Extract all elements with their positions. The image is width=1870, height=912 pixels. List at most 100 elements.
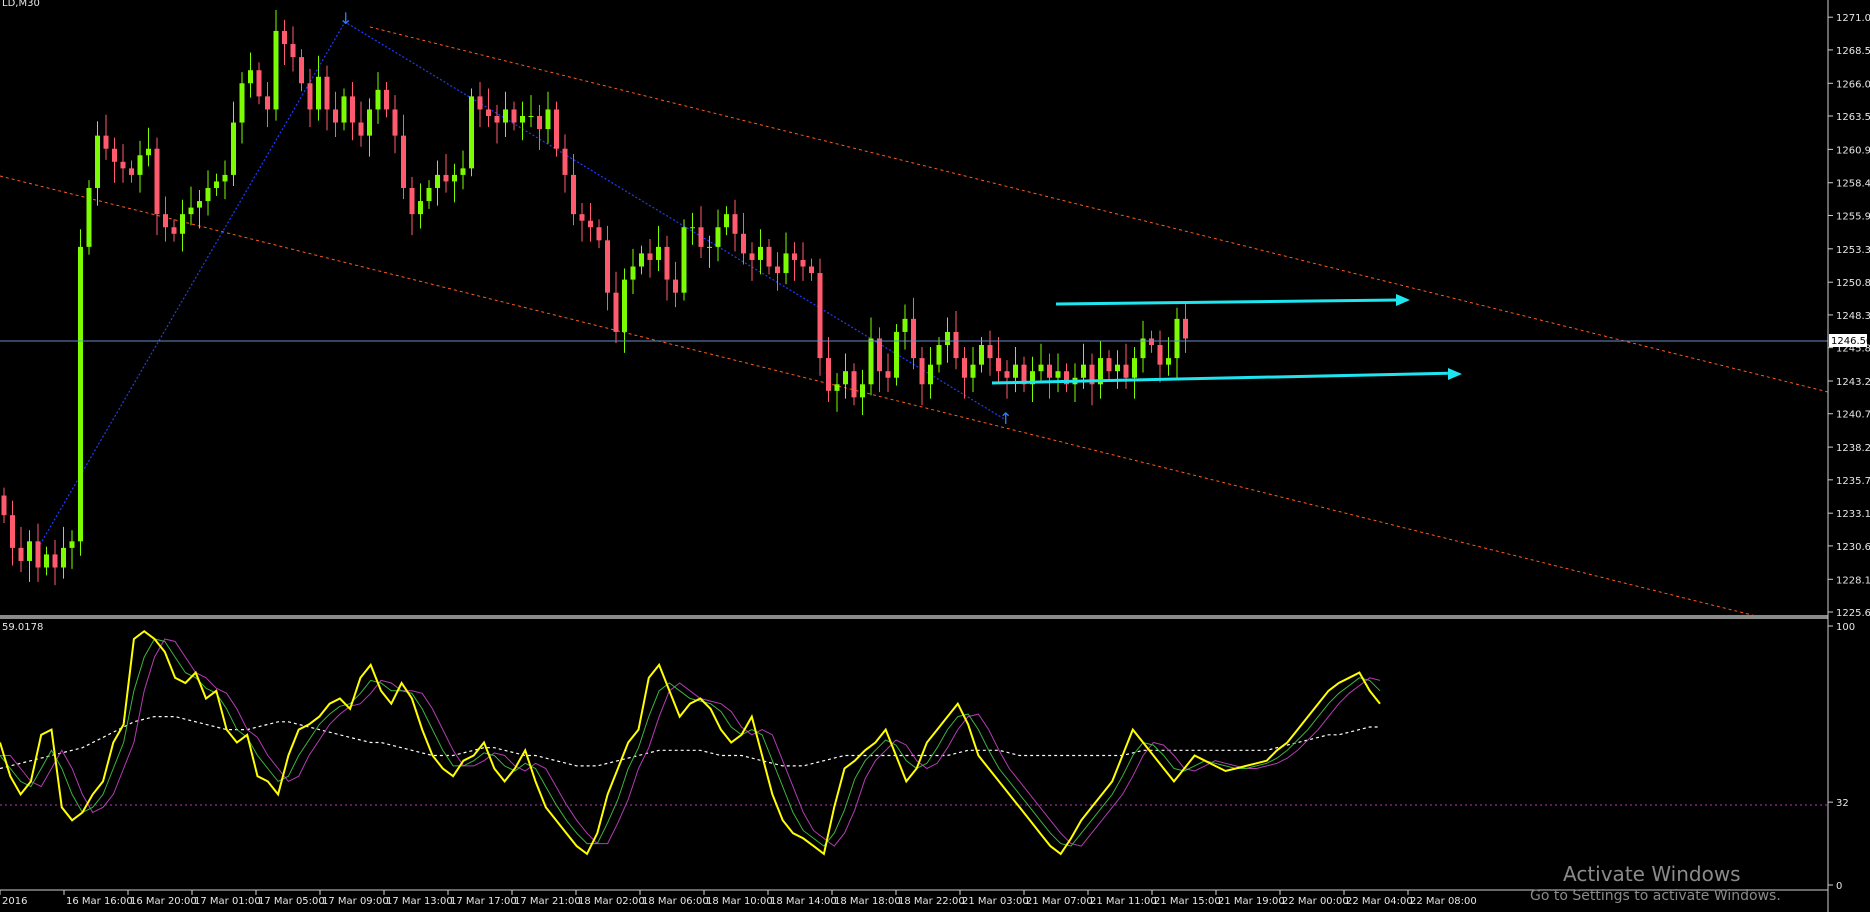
candle-body <box>316 76 321 110</box>
candle-body <box>1106 358 1112 372</box>
candle-body <box>511 109 517 123</box>
candle-body <box>775 266 780 274</box>
candle-body <box>1174 318 1180 359</box>
candle-body <box>197 201 202 208</box>
candle-body <box>605 240 610 293</box>
candle-body <box>333 109 338 123</box>
down-arrow-icon: ↓ <box>339 9 352 28</box>
candle-body <box>783 253 789 274</box>
candle-body <box>698 227 704 247</box>
candle-body <box>222 174 228 182</box>
candle-body <box>239 83 245 123</box>
candle-body <box>86 187 92 247</box>
candle-body <box>562 148 568 175</box>
candle-body <box>885 371 891 378</box>
time-tick-label: 17 Mar 09:00 <box>322 896 389 907</box>
time-tick-label: 21 Mar 03:00 <box>962 896 1029 907</box>
candle-body <box>987 345 993 359</box>
candle-body <box>639 253 644 267</box>
candle-body <box>792 253 797 260</box>
price-tick-label: 1266.00 <box>1836 79 1870 90</box>
candle-body <box>860 384 865 398</box>
price-tick-label: 1248.30 <box>1836 311 1870 322</box>
candle-body <box>868 338 874 385</box>
price-tick-label: 1230.65 <box>1836 542 1870 553</box>
time-tick-label: 18 Mar 10:00 <box>706 896 773 907</box>
price-tick-label: 1233.15 <box>1836 509 1870 520</box>
candle-body <box>1047 364 1052 378</box>
candle-body <box>843 371 848 385</box>
time-tick-label: 17 Mar 05:00 <box>258 896 325 907</box>
price-tick-label: 1228.10 <box>1836 575 1870 586</box>
candle-body <box>707 246 712 248</box>
time-tick-label: 18 Mar 02:00 <box>578 896 645 907</box>
time-tick-label: 16 Mar 20:00 <box>130 896 197 907</box>
candle-body <box>409 187 415 215</box>
candle-body <box>758 246 763 260</box>
candle-body <box>494 116 500 123</box>
candle-body <box>928 364 933 385</box>
candle-body <box>44 554 49 568</box>
up-arrow-icon: ↑ <box>999 409 1012 428</box>
candle-body <box>460 168 466 175</box>
time-tick-label: 21 Mar 07:00 <box>1026 896 1093 907</box>
candle-body <box>231 122 236 175</box>
candle-body <box>545 109 551 130</box>
candle-body <box>1157 345 1163 365</box>
price-tick-label: 1255.90 <box>1836 211 1870 222</box>
candle-body <box>1013 364 1018 378</box>
current-price-tag: 1246.50 <box>1829 334 1870 347</box>
candle-body <box>1055 371 1061 378</box>
candle-body <box>1123 364 1129 378</box>
current-price-value: 1246.50 <box>1831 336 1870 347</box>
price-tick-label: 1253.35 <box>1836 245 1870 256</box>
candle-body <box>358 122 364 136</box>
candle-body <box>52 554 58 568</box>
candle-body <box>945 331 950 346</box>
candle-body <box>647 253 653 260</box>
candle-body <box>273 30 279 110</box>
candle-body <box>826 358 831 391</box>
candle-body <box>1038 364 1044 372</box>
candle-body <box>299 57 304 84</box>
candle-body <box>817 273 823 359</box>
candle-body <box>613 292 619 332</box>
candle-body <box>248 70 253 84</box>
candle-body <box>1149 338 1154 346</box>
candle-body <box>596 227 602 241</box>
candle-body <box>435 174 440 188</box>
time-tick-label: 18 Mar 06:00 <box>642 896 709 907</box>
candle-body <box>936 345 942 365</box>
price-tick-label: 1271.05 <box>1836 13 1870 24</box>
candle-body <box>579 214 585 221</box>
candle-body <box>894 331 899 378</box>
candle-body <box>1132 358 1137 378</box>
price-tick-label: 1240.75 <box>1836 410 1870 421</box>
candle-body <box>851 371 857 398</box>
candle-body <box>418 201 423 215</box>
indicator-value-label: 59.0178 <box>2 622 43 633</box>
candle-body <box>103 135 109 149</box>
candle-body <box>69 541 75 548</box>
candle-body <box>741 233 746 254</box>
candle-body <box>392 109 398 136</box>
time-tick-label: 17 Mar 17:00 <box>450 896 517 907</box>
time-tick-label: 17 Mar 13:00 <box>386 896 453 907</box>
price-tick-label: 1268.55 <box>1836 46 1870 57</box>
candle-body <box>214 181 219 188</box>
candle-body <box>979 345 984 365</box>
candle-body <box>902 318 908 332</box>
indicator-tick-label: 100 <box>1836 622 1855 633</box>
candle-body <box>537 116 542 130</box>
indicator-tick-label: 32 <box>1836 798 1849 809</box>
candle-body <box>877 338 882 372</box>
candle-body <box>256 70 262 97</box>
candle-body <box>962 358 967 378</box>
indicator-tick-label: 0 <box>1836 881 1842 892</box>
price-tick-label: 1258.40 <box>1836 179 1870 190</box>
candle-body <box>120 161 126 169</box>
candle-body <box>690 227 695 229</box>
candle-body <box>588 220 593 228</box>
chart-canvas: ↓ ↑ LD,M30 59.0178 1271.05 1268.55 1266.00… <box>0 0 1870 912</box>
candle-body <box>630 266 636 280</box>
